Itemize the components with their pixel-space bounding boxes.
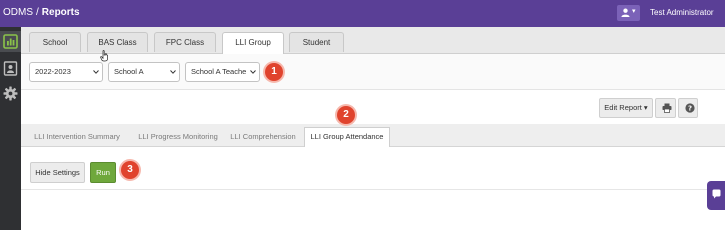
sidebar bbox=[0, 27, 21, 230]
hand-cursor-icon bbox=[100, 50, 108, 62]
teacher-value: School A Teache bbox=[191, 67, 247, 76]
chevron-down-icon: ▾ bbox=[643, 103, 648, 112]
tab-school[interactable]: School bbox=[29, 32, 81, 52]
chevron-down-icon bbox=[170, 70, 176, 74]
settings-actions: Hide Settings Run 3 bbox=[21, 147, 725, 190]
print-button[interactable] bbox=[655, 98, 676, 118]
filter-bar: 2022-2023 School A School A Teache 1 bbox=[21, 54, 725, 90]
edit-report-label: Edit Report bbox=[604, 103, 642, 112]
callout-badge-1: 1 bbox=[265, 63, 283, 81]
tab-fpc-class[interactable]: FPC Class bbox=[154, 32, 216, 52]
help-icon: ? bbox=[685, 103, 695, 113]
chevron-down-icon bbox=[250, 70, 256, 74]
tab-bas-class[interactable]: BAS Class bbox=[87, 32, 148, 52]
printer-icon bbox=[662, 103, 672, 113]
callout-badge-2: 2 bbox=[337, 106, 355, 124]
tab-lli-group[interactable]: LLI Group bbox=[222, 32, 284, 54]
report-toolbar: Edit Report ▾ ? bbox=[21, 90, 725, 124]
breadcrumb-separator: / bbox=[36, 7, 39, 18]
gear-icon bbox=[3, 86, 18, 101]
chat-icon bbox=[712, 189, 721, 199]
school-select[interactable]: School A bbox=[108, 62, 180, 82]
run-button[interactable]: Run bbox=[90, 162, 116, 183]
school-year-select[interactable]: 2022-2023 bbox=[29, 62, 103, 82]
chevron-down-icon: ▾ bbox=[632, 8, 636, 15]
tab-student[interactable]: Student bbox=[289, 32, 344, 52]
sidebar-item-reports[interactable] bbox=[0, 31, 21, 52]
app-name[interactable]: ODMS bbox=[3, 7, 33, 18]
contact-card-icon bbox=[3, 61, 18, 76]
tab-lli-intervention-summary[interactable]: LLI Intervention Summary bbox=[31, 128, 123, 146]
callout-badge-3: 3 bbox=[121, 161, 139, 179]
hide-settings-button[interactable]: Hide Settings bbox=[30, 162, 85, 183]
user-menu-button[interactable]: ▾ bbox=[617, 5, 640, 21]
sidebar-item-users[interactable] bbox=[0, 58, 21, 79]
user-icon bbox=[621, 8, 630, 17]
sub-report-tabs: LLI Intervention Summary LLI Progress Mo… bbox=[21, 124, 725, 147]
school-year-value: 2022-2023 bbox=[35, 67, 71, 76]
tab-lli-comprehension[interactable]: LLI Comprehension bbox=[225, 128, 301, 146]
top-header-bar: ODMS / Reports ▾ Test Administrator bbox=[0, 0, 725, 27]
chevron-down-icon bbox=[93, 70, 99, 74]
tab-lli-group-attendance[interactable]: LLI Group Attendance bbox=[304, 127, 390, 147]
user-name[interactable]: Test Administrator bbox=[650, 8, 714, 17]
breadcrumb: ODMS / Reports bbox=[3, 7, 80, 18]
school-value: School A bbox=[114, 67, 144, 76]
svg-text:?: ? bbox=[688, 105, 692, 113]
teacher-select[interactable]: School A Teache bbox=[185, 62, 260, 82]
chat-widget-button[interactable] bbox=[707, 181, 725, 210]
sidebar-item-settings[interactable] bbox=[0, 83, 21, 104]
help-button[interactable]: ? bbox=[678, 98, 698, 118]
main-content: School BAS Class FPC Class LLI Group Stu… bbox=[21, 27, 725, 230]
edit-report-button[interactable]: Edit Report ▾ bbox=[599, 98, 653, 118]
page-title: Reports bbox=[41, 7, 80, 18]
bar-chart-icon bbox=[3, 34, 18, 49]
report-type-tabs: School BAS Class FPC Class LLI Group Stu… bbox=[21, 27, 725, 54]
tab-lli-progress-monitoring[interactable]: LLI Progress Monitoring bbox=[133, 128, 223, 146]
